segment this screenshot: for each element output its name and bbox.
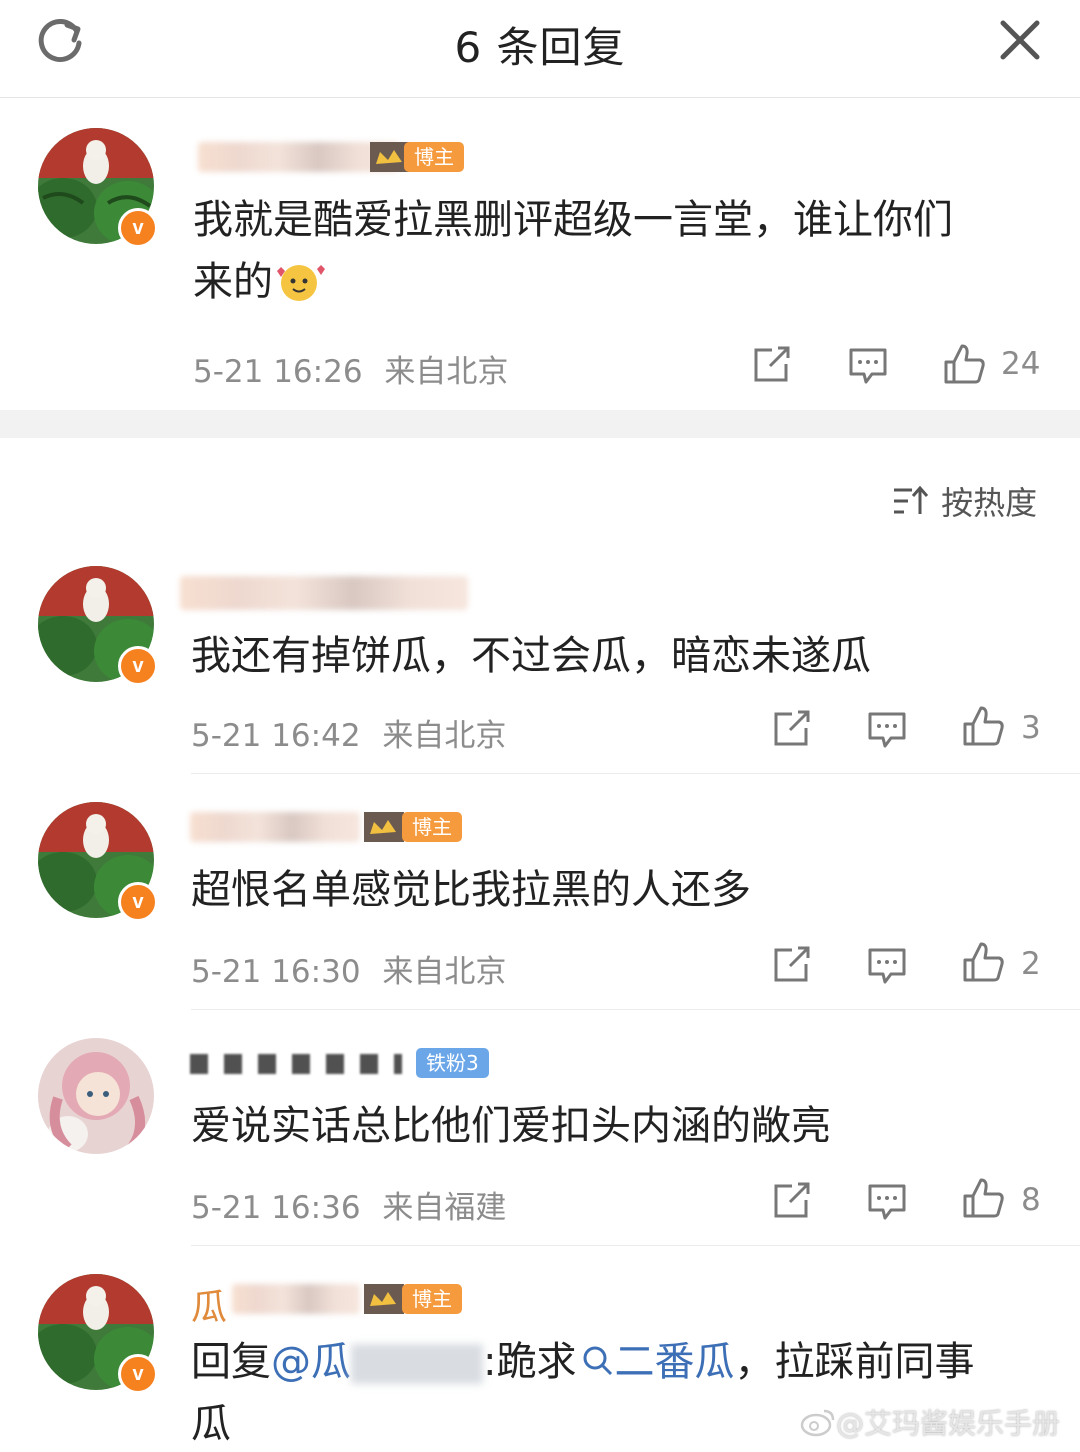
username-visible: 瓜	[191, 1287, 228, 1328]
weibo-logo-icon	[800, 1407, 836, 1444]
comment-text: 回复@瓜 :跪求 二番瓜，拉踩前同事	[191, 1334, 974, 1392]
search-topic-link[interactable]: 二番瓜	[614, 1339, 734, 1385]
comment-icon[interactable]	[867, 1182, 907, 1222]
watermark-text: @艾玛酱娱乐手册	[836, 1407, 1061, 1440]
comment-icon[interactable]	[867, 946, 907, 986]
reply-text: :跪求	[483, 1339, 577, 1385]
username-redacted	[198, 142, 398, 172]
comment-text-line2: 瓜	[191, 1401, 231, 1447]
comment-text-line2: 来的	[193, 254, 329, 310]
timestamp: 5-21 16:30	[191, 954, 361, 990]
comment-meta: 5-21 16:42 来自北京	[191, 710, 506, 755]
verified-badge-icon: v	[118, 208, 158, 248]
like-icon[interactable]	[961, 704, 1005, 748]
username-redacted	[232, 1284, 360, 1314]
verified-badge-icon: v	[118, 646, 158, 686]
watermark: @艾玛酱娱乐手册	[800, 1402, 1060, 1444]
verified-badge-icon: v	[118, 1354, 158, 1394]
like-icon[interactable]	[961, 940, 1005, 984]
timestamp: 5-21 16:36	[191, 1190, 361, 1226]
username-redacted	[190, 812, 360, 842]
like-count: 8	[1021, 1182, 1041, 1218]
sort-button[interactable]: 按热度	[892, 478, 1038, 522]
reply-prefix: 回复	[191, 1339, 271, 1385]
reply-text-tail: ，拉踩前同事	[734, 1339, 975, 1385]
cat-emoji-icon	[273, 259, 329, 309]
like-count: 2	[1021, 946, 1041, 982]
comment-icon[interactable]	[848, 346, 888, 386]
header: 6 条回复	[0, 0, 1080, 98]
comment-text: 超恨名单感觉比我拉黑的人还多	[191, 867, 751, 913]
divider	[191, 1009, 1080, 1010]
share-icon[interactable]	[772, 710, 812, 748]
avatar[interactable]	[38, 1038, 154, 1154]
mention-link[interactable]: @瓜	[271, 1339, 351, 1385]
location: 来自北京	[382, 954, 507, 990]
comment-meta: 5-21 16:26 来自北京	[193, 346, 508, 391]
like-count: 24	[1001, 346, 1041, 382]
page-title: 6 条回复	[454, 23, 626, 72]
divider	[191, 773, 1080, 774]
username-redacted	[190, 1054, 402, 1074]
comment-text: 我还有掉饼瓜，不过会瓜，暗恋未遂瓜	[191, 633, 871, 679]
reply-item: v 博主 超恨名单感觉比我拉黑的人还多 5-21 16:30 来自北京 2	[0, 796, 1080, 1010]
main-comment: v 博主 我就是酷爱拉黑删评超级一言堂，谁让你们 来的 5-21 16:26 来…	[0, 98, 1080, 410]
section-separator	[0, 410, 1080, 438]
reply-item: v 我还有掉饼瓜，不过会瓜，暗恋未遂瓜 5-21 16:42 来自北京 3	[0, 560, 1080, 774]
timestamp: 5-21 16:26	[193, 354, 363, 390]
sort-label: 按热度	[941, 484, 1038, 522]
verified-badge-icon: v	[118, 882, 158, 922]
reply-item: 铁粉3 爱说实话总比他们爱扣头内涵的敞亮 5-21 16:36 来自福建 8	[0, 1032, 1080, 1246]
location: 来自福建	[382, 1190, 507, 1226]
comment-text: 我就是酷爱拉黑删评超级一言堂，谁让你们	[193, 197, 953, 243]
search-icon	[582, 1336, 614, 1392]
comment-icon[interactable]	[867, 710, 907, 750]
location: 来自北京	[384, 354, 509, 390]
timestamp: 5-21 16:42	[191, 718, 361, 754]
author-badge: 博主	[402, 1284, 462, 1314]
comment-meta: 5-21 16:36 来自福建	[191, 1182, 506, 1227]
author-badge: 博主	[404, 142, 464, 172]
like-icon[interactable]	[942, 342, 986, 386]
mention-redacted	[351, 1344, 483, 1384]
like-icon[interactable]	[961, 1176, 1005, 1220]
close-icon[interactable]	[998, 18, 1042, 62]
divider	[191, 1245, 1080, 1246]
comment-meta: 5-21 16:30 来自北京	[191, 946, 506, 991]
location: 来自北京	[382, 718, 507, 754]
sort-icon	[892, 484, 930, 518]
like-count: 3	[1021, 710, 1041, 746]
crown-icon	[364, 812, 404, 842]
author-badge: 博主	[402, 812, 462, 842]
share-icon[interactable]	[772, 946, 812, 984]
crown-icon	[364, 1284, 404, 1314]
share-icon[interactable]	[752, 346, 792, 384]
fan-badge: 铁粉3	[416, 1048, 489, 1078]
comment-text: 爱说实话总比他们爱扣头内涵的敞亮	[191, 1103, 831, 1149]
share-icon[interactable]	[772, 1182, 812, 1220]
username-redacted	[180, 576, 468, 610]
